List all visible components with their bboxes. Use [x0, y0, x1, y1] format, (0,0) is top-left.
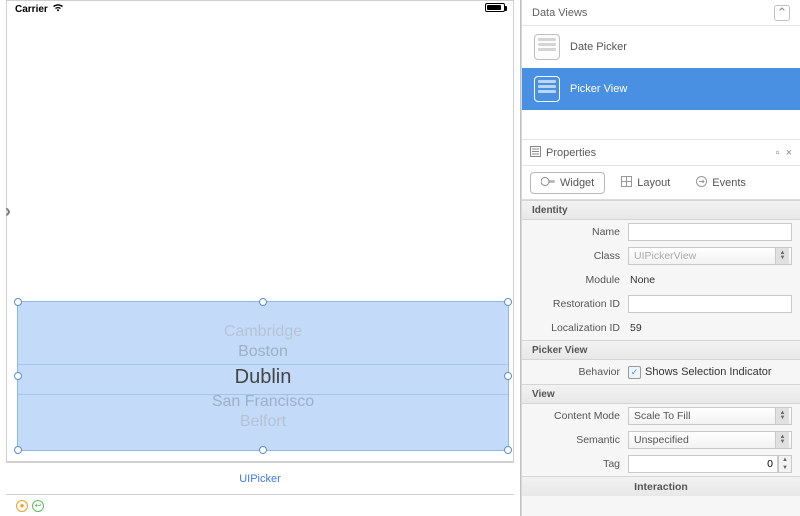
picker-row: Cambridge — [18, 322, 508, 342]
label-semantic: Semantic — [530, 434, 620, 446]
chevron-updown-icon: ▲▼ — [775, 432, 789, 448]
picker-view-widget[interactable]: Cambridge Boston Dublin San Francisco Be… — [17, 301, 509, 451]
picker-view-icon — [534, 76, 560, 102]
popout-icon[interactable]: ▫ — [776, 147, 780, 159]
ios-status-bar: Carrier — [7, 1, 513, 17]
scene-caption[interactable]: UIPicker — [6, 462, 514, 494]
tab-events[interactable]: Events — [686, 172, 756, 194]
label-behavior: Behavior — [530, 366, 620, 378]
canvas-area[interactable]: Carrier › Cambri — [0, 0, 521, 516]
wifi-icon — [52, 3, 64, 15]
layout-tab-icon — [621, 176, 632, 190]
battery-icon — [485, 3, 505, 12]
label-content-mode: Content Mode — [530, 410, 620, 422]
data-views-item-date-picker[interactable]: Date Picker — [522, 26, 800, 68]
dock-file-owner-icon[interactable]: ● — [16, 500, 28, 512]
chevron-updown-icon: ▲▼ — [775, 408, 789, 424]
events-tab-icon — [696, 176, 707, 190]
segue-arrow-icon[interactable]: › — [5, 201, 11, 222]
date-picker-icon — [534, 34, 560, 60]
module-value: None — [628, 274, 792, 286]
label-tag: Tag — [530, 458, 620, 470]
section-picker-view: Picker View — [522, 340, 800, 360]
class-select[interactable]: UIPickerView ▲▼ — [628, 247, 792, 265]
semantic-select[interactable]: Unspecified ▲▼ — [628, 431, 792, 449]
label-restoration-id: Restoration ID — [530, 298, 620, 310]
properties-icon — [530, 146, 541, 160]
chevron-updown-icon: ▲▼ — [775, 248, 789, 264]
properties-tabs: Widget Layout Events — [522, 166, 800, 200]
tag-input[interactable] — [628, 455, 778, 473]
close-icon[interactable]: × — [786, 147, 792, 159]
widget-tab-icon — [541, 177, 555, 189]
name-input[interactable] — [628, 223, 792, 241]
picker-row: Belfort — [18, 412, 508, 432]
label-name: Name — [530, 226, 620, 238]
picker-row-selected: Dublin — [18, 362, 508, 392]
inspector-panel: Data Views ⌃ Date Picker Picker View Pro… — [521, 0, 800, 516]
picker-row: Boston — [18, 342, 508, 362]
tag-stepper[interactable]: ▲▼ — [778, 455, 792, 473]
tab-widget[interactable]: Widget — [530, 172, 605, 194]
scene-dock: ● ↩ — [6, 494, 514, 516]
label-module: Module — [530, 274, 620, 286]
restoration-id-input[interactable] — [628, 295, 792, 313]
collapse-icon[interactable]: ⌃ — [774, 5, 790, 21]
section-identity: Identity — [522, 200, 800, 220]
properties-header: Properties ▫ × — [522, 140, 800, 166]
label-localization-id: Localization ID — [530, 322, 620, 334]
tab-layout[interactable]: Layout — [611, 172, 680, 194]
picker-row: San Francisco — [18, 392, 508, 412]
data-views-item-picker-view[interactable]: Picker View — [522, 68, 800, 110]
dock-exit-icon[interactable]: ↩ — [32, 500, 44, 512]
content-mode-select[interactable]: Scale To Fill ▲▼ — [628, 407, 792, 425]
device-frame: Carrier › Cambri — [6, 0, 514, 462]
shows-selection-indicator-checkbox[interactable]: ✓ — [628, 366, 641, 379]
section-interaction: Interaction — [522, 476, 800, 496]
section-view: View — [522, 384, 800, 404]
label-class: Class — [530, 250, 620, 262]
data-views-header[interactable]: Data Views ⌃ — [522, 0, 800, 26]
shows-selection-indicator-label: Shows Selection Indicator — [645, 366, 772, 378]
localization-id-value: 59 — [628, 322, 792, 334]
carrier-label: Carrier — [15, 4, 48, 15]
